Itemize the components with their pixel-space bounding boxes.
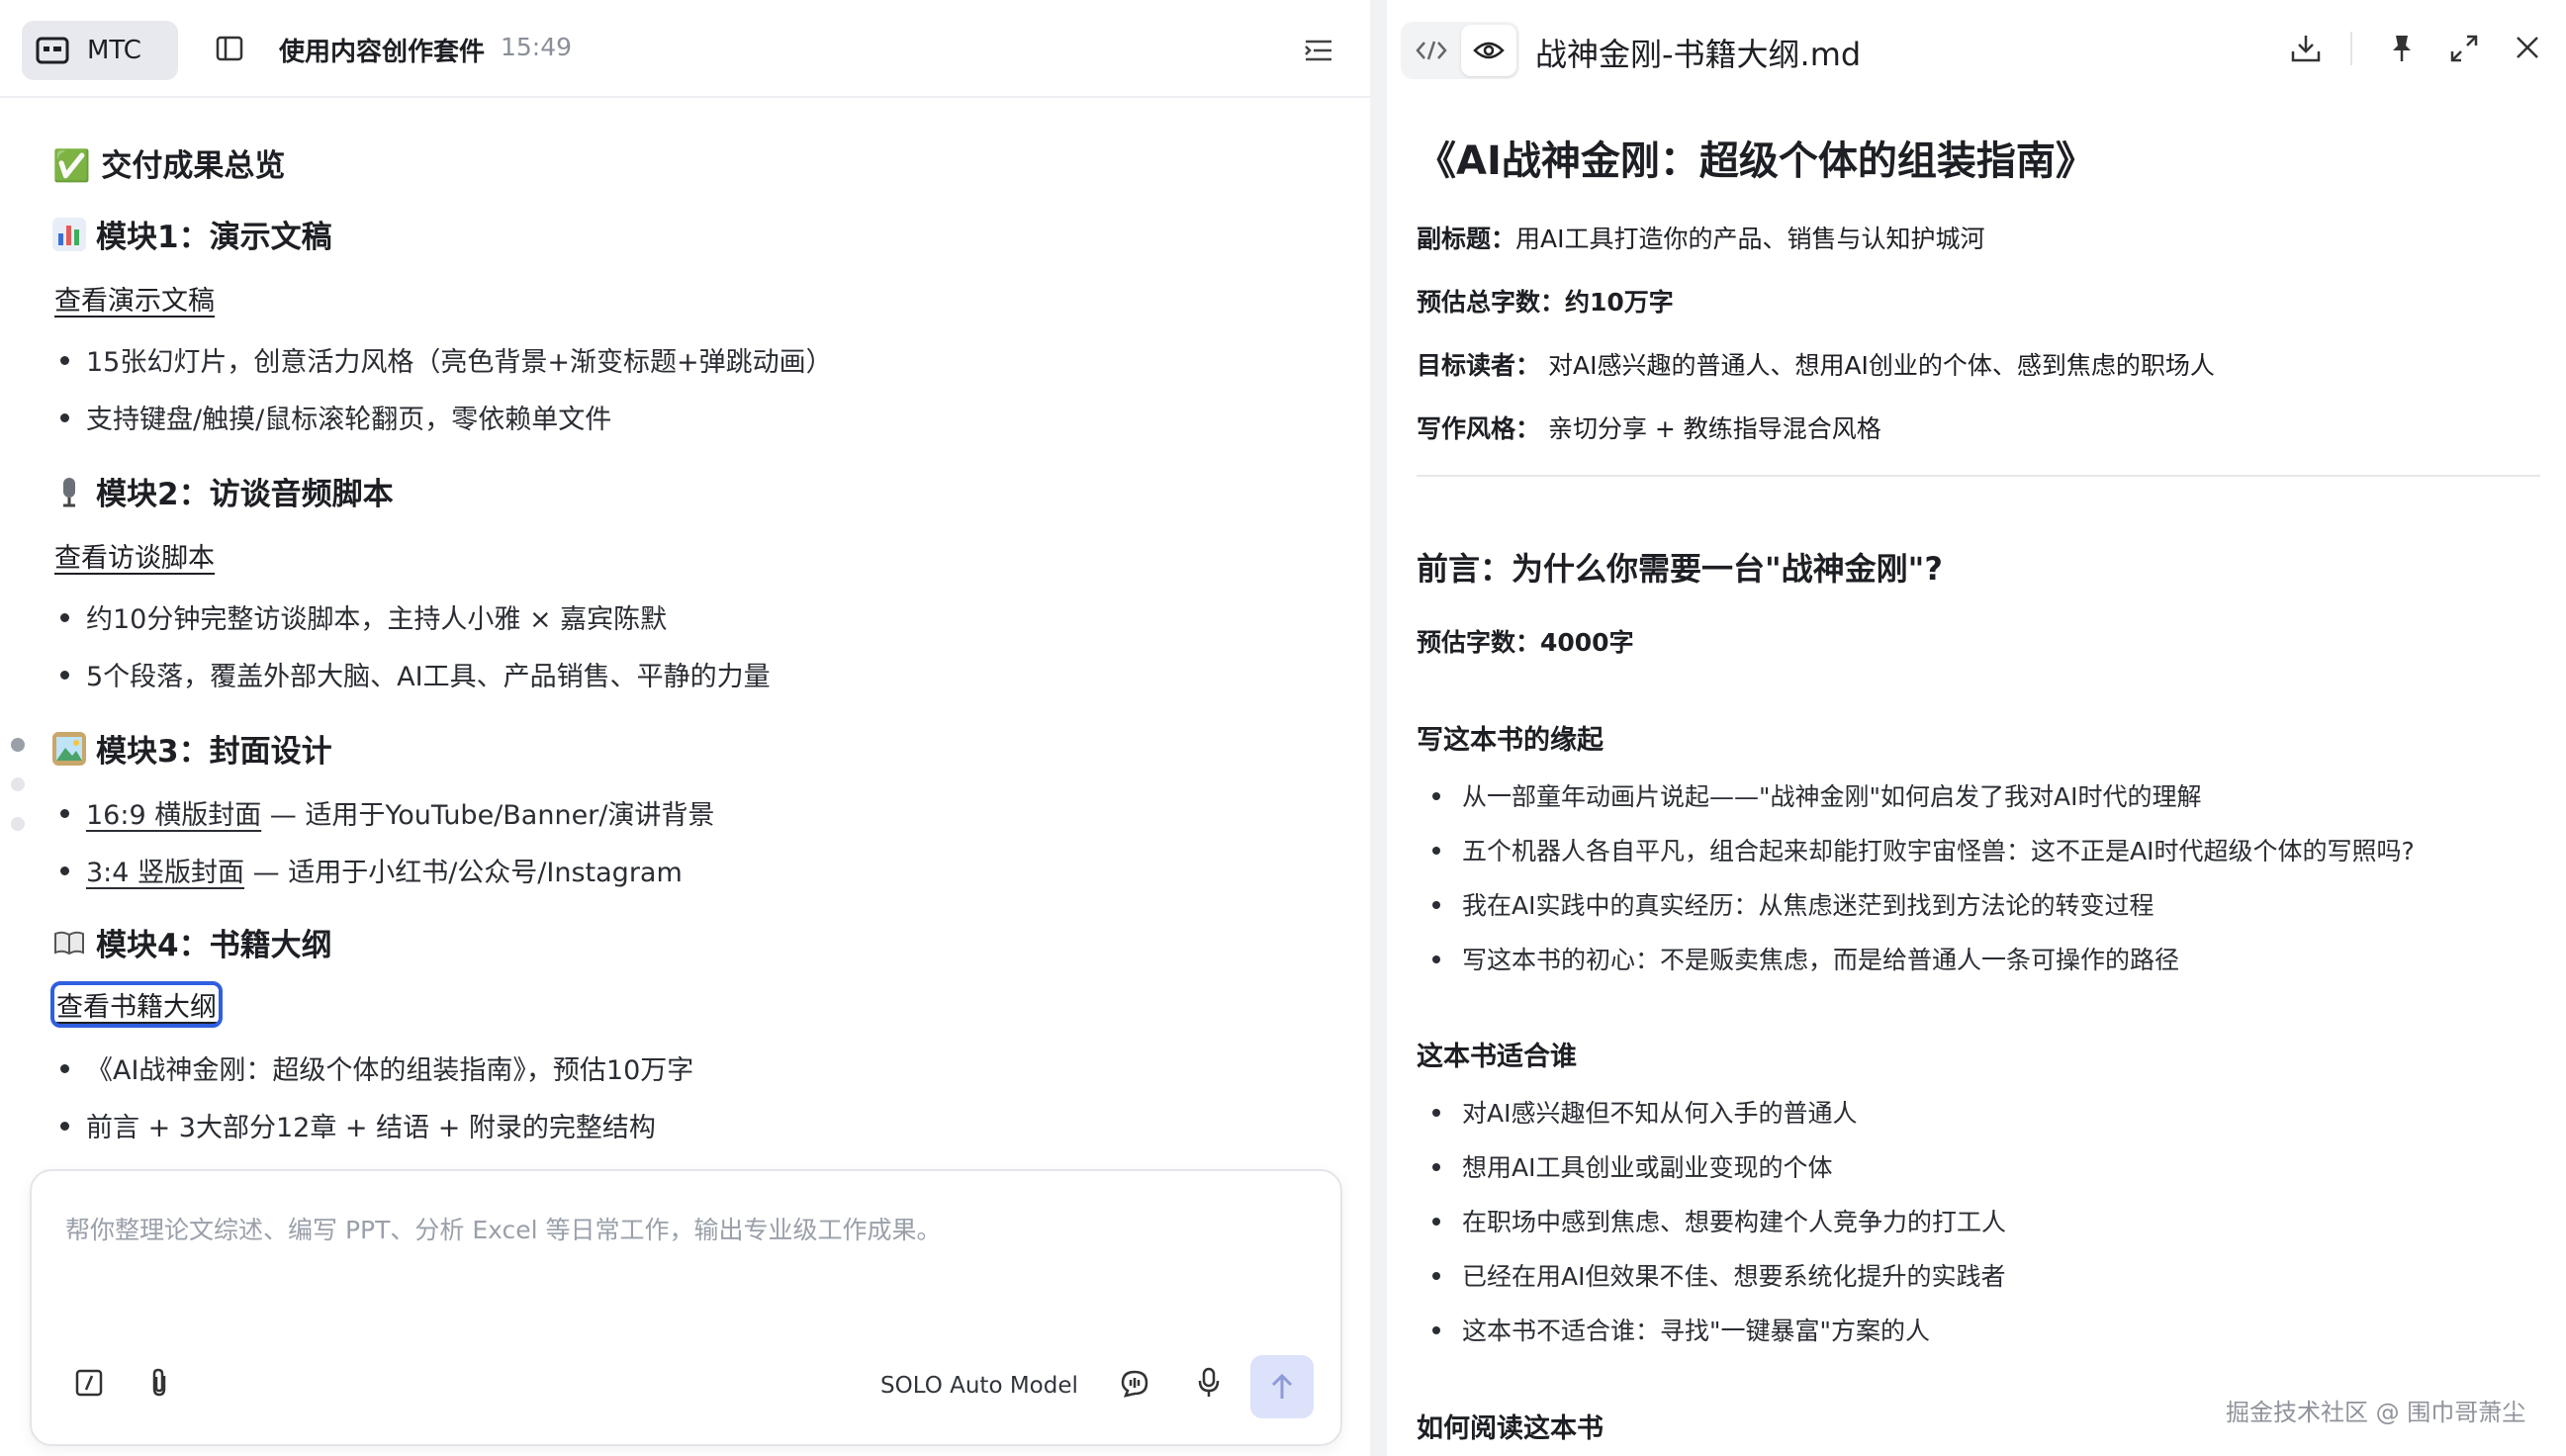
- terminal-icon: [36, 37, 69, 64]
- list-item: 已经在用AI但效果不佳、想要系统化提升的实践者: [1432, 1257, 2005, 1293]
- divider: [1417, 475, 2540, 477]
- view-outline-link[interactable]: 查看书籍大纲: [50, 981, 223, 1028]
- view-mode-toggle: [1401, 22, 1519, 79]
- list-item: 16:9 横版封面 — 适用于YouTube/Banner/演讲背景: [60, 793, 714, 832]
- eye-icon: [1473, 42, 1505, 59]
- code-icon: [1416, 41, 1447, 60]
- list-item: 这本书不适合谁：寻找"一键暴富"方案的人: [1432, 1312, 1930, 1347]
- document-title: 《AI战神金刚：超级个体的组装指南》: [1417, 138, 2095, 184]
- slash-command-icon[interactable]: [75, 1369, 103, 1397]
- module4-heading: 模块4：书籍大纲: [52, 920, 332, 964]
- outline-icon[interactable]: [1304, 38, 1333, 63]
- session-time: 15:49: [501, 33, 573, 61]
- workspace-switcher[interactable]: MTC: [22, 21, 178, 80]
- list-item: 5个段落，覆盖外部大脑、AI工具、产品销售、平静的力量: [60, 655, 771, 693]
- file-name: 战神金刚-书籍大纲.md: [1535, 36, 1862, 73]
- expand-icon[interactable]: [2449, 34, 2479, 63]
- scroll-indicator-dot[interactable]: [11, 817, 25, 831]
- framed-picture-icon: [52, 731, 86, 766]
- header-divider: [2350, 32, 2352, 65]
- arrow-up-icon: [1271, 1373, 1293, 1399]
- microphone-icon[interactable]: [1197, 1367, 1221, 1399]
- scroll-indicator-dot[interactable]: [11, 777, 25, 791]
- session-title: 使用内容创作套件: [279, 38, 486, 67]
- voice-chat-icon[interactable]: [1120, 1369, 1149, 1399]
- sidebar-toggle-icon[interactable]: [216, 36, 243, 61]
- open-book-icon: [52, 926, 86, 959]
- list-item: 3:4 竖版封面 — 适用于小红书/公众号/Instagram: [60, 851, 683, 889]
- cover-16x9-link[interactable]: 16:9 横版封面: [86, 800, 261, 831]
- list-item: 对AI感兴趣但不知从何入手的普通人: [1432, 1094, 1857, 1130]
- composer-input[interactable]: 帮你整理论文综述、编写 PPT、分析 Excel 等日常工作，输出专业级工作成果…: [65, 1211, 942, 1246]
- list-item: 《AI战神金刚：超级个体的组装指南》，预估10万字: [60, 1048, 693, 1087]
- pin-icon[interactable]: [2390, 34, 2414, 63]
- preface-word-count: 预估字数：4000字: [1417, 628, 1634, 657]
- message-composer[interactable]: 帮你整理论文综述、编写 PPT、分析 Excel 等日常工作，输出专业级工作成果…: [30, 1169, 1342, 1446]
- preview-pane: 战神金刚-书籍大纲.md 《AI战神金刚：超级个体的组装指南》 副标题：用AI工…: [1387, 0, 2566, 1456]
- list-item: 15张幻灯片，创意活力风格（亮色背景+渐变标题+弹跳动画）: [60, 340, 833, 379]
- summary-heading: ✅ 交付成果总览: [52, 148, 286, 184]
- list-item: 在职场中感到焦虑、想要构建个人竞争力的打工人: [1432, 1203, 2006, 1238]
- bar-chart-icon: [52, 217, 86, 251]
- view-script-link[interactable]: 查看访谈脚本: [54, 536, 215, 575]
- chat-header: MTC 使用内容创作套件 15:49: [0, 0, 1370, 98]
- microphone-icon: [52, 475, 86, 508]
- list-item: 想用AI工具创业或副业变现的个体: [1432, 1148, 1832, 1184]
- howto-heading: 如何阅读这本书: [1417, 1413, 1604, 1444]
- close-icon[interactable]: [2514, 34, 2541, 61]
- chat-pane: MTC 使用内容创作套件 15:49 ✅ 交付成果总览 模块1：演示文稿 查看演…: [0, 0, 1370, 1456]
- audience-heading: 这本书适合谁: [1417, 1042, 1577, 1072]
- list-item: 支持键盘/触摸/鼠标滚轮翻页，零依赖单文件: [60, 398, 611, 436]
- send-button[interactable]: [1250, 1355, 1314, 1418]
- preface-heading: 前言：为什么你需要一台"战神金刚"?: [1417, 550, 1943, 588]
- meta-subtitle: 副标题：用AI工具打造你的产品、销售与认知护城河: [1417, 225, 1985, 253]
- cover-3x4-link[interactable]: 3:4 竖版封面: [86, 858, 244, 888]
- module1-heading: 模块1：演示文稿: [52, 212, 332, 256]
- view-slides-link[interactable]: 查看演示文稿: [54, 279, 215, 318]
- list-item: 我在AI实践中的真实经历：从焦虑迷茫到找到方法论的转变过程: [1432, 886, 2154, 922]
- meta-audience: 目标读者： 对AI感兴趣的普通人、想用AI创业的个体、感到焦虑的职场人: [1417, 351, 2215, 380]
- meta-word-count: 预估总字数：约10万字: [1417, 288, 1674, 317]
- list-item: 约10分钟完整访谈脚本，主持人小雅 × 嘉宾陈默: [60, 597, 667, 636]
- module3-heading: 模块3：封面设计: [52, 726, 332, 771]
- model-selector[interactable]: SOLO Auto Model: [880, 1373, 1078, 1399]
- list-item: 前言 + 3大部分12章 + 结语 + 附录的完整结构: [60, 1106, 656, 1144]
- module2-heading: 模块2：访谈音频脚本: [52, 469, 394, 513]
- list-item: 从一部童年动画片说起——"战神金刚"如何启发了我对AI时代的理解: [1432, 777, 2201, 813]
- attachment-icon[interactable]: [146, 1367, 172, 1399]
- scroll-indicator-dot[interactable]: [11, 738, 25, 752]
- origin-heading: 写这本书的缘起: [1417, 725, 1604, 756]
- code-view-button[interactable]: [1404, 25, 1459, 76]
- list-item: 写这本书的初心：不是贩卖焦虑，而是给普通人一条可操作的路径: [1432, 941, 2179, 976]
- preview-header: 战神金刚-书籍大纲.md: [1387, 0, 2566, 96]
- list-item: 五个机器人各自平凡，组合起来却能打败宇宙怪兽：这不正是AI时代超级个体的写照吗?: [1432, 832, 2415, 867]
- watermark: 掘金技术社区 @ 围巾哥萧尘: [2226, 1399, 2526, 1426]
- download-icon[interactable]: [2290, 34, 2322, 63]
- workspace-label: MTC: [87, 36, 141, 65]
- meta-style: 写作风格： 亲切分享 + 教练指导混合风格: [1417, 414, 1881, 443]
- preview-view-button[interactable]: [1461, 25, 1516, 76]
